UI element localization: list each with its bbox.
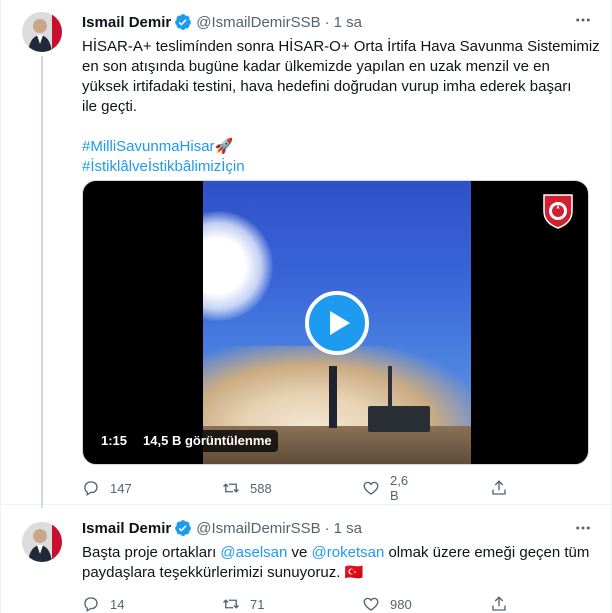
tweet-text: Başta proje ortakları @aselsan ve @roket… xyxy=(82,543,592,583)
separator: · xyxy=(324,13,330,31)
verified-badge-icon xyxy=(174,519,192,537)
timeline: Ismail Demir @IsmailDemirSSB · 1 sa HİSA… xyxy=(0,0,612,613)
text-segment: Başta proje ortakları xyxy=(82,544,221,561)
tweet-text-line: ile geçti. xyxy=(82,98,138,115)
tweet-header: Ismail Demir @IsmailDemirSSB · 1 sa xyxy=(82,12,362,32)
more-options-icon[interactable] xyxy=(573,518,593,538)
thread-connector xyxy=(41,56,43,508)
mention-link[interactable]: @aselsan xyxy=(220,544,287,561)
author-handle[interactable]: @IsmailDemirSSB xyxy=(196,14,320,31)
tweet[interactable]: Ismail Demir @IsmailDemirSSB · 1 sa Başt… xyxy=(1,506,612,613)
action-bar: 14 71 980 xyxy=(82,594,512,613)
share-icon xyxy=(492,596,506,611)
like-count: 2,6 B xyxy=(390,473,409,503)
play-button[interactable] xyxy=(305,291,369,355)
timestamp[interactable]: 1 sa xyxy=(334,14,362,31)
separator: · xyxy=(324,519,330,537)
retweet-icon xyxy=(223,599,239,609)
heart-icon xyxy=(363,597,379,611)
tweet-text: HİSAR-A+ teslimínden sonra HİSAR-O+ Orta… xyxy=(82,37,600,177)
retweet-icon xyxy=(223,483,239,493)
tweet-text-line: paydaşlara teşekkürlerimizi sunuyoruz. 🇹… xyxy=(82,564,364,581)
play-icon xyxy=(329,311,350,335)
retweet-button[interactable]: 71 xyxy=(222,595,362,613)
reply-count: 147 xyxy=(110,480,132,496)
author-name[interactable]: Ismail Demir xyxy=(82,520,171,537)
tweet-text-line: HİSAR-A+ teslimínden sonra HİSAR-O+ Orta… xyxy=(82,38,600,55)
share-area xyxy=(490,478,510,498)
avatar[interactable] xyxy=(22,12,62,52)
avatar[interactable] xyxy=(22,522,62,562)
tweet-text-line: Başta proje ortakları @aselsan ve @roket… xyxy=(82,543,592,563)
timestamp[interactable]: 1 sa xyxy=(334,520,362,537)
tweet[interactable]: Ismail Demir @IsmailDemirSSB · 1 sa HİSA… xyxy=(1,0,612,508)
reply-icon xyxy=(84,597,98,613)
like-button[interactable]: 2,6 B xyxy=(362,473,408,503)
video-meta: 1:15 14,5 B görüntülenme xyxy=(95,430,278,452)
tweet-text-line: yüksek irtifadaki testini, hava hedefini… xyxy=(82,78,572,95)
video-duration: 1:15 xyxy=(95,430,134,452)
author-handle[interactable]: @IsmailDemirSSB xyxy=(196,520,320,537)
author-name[interactable]: Ismail Demir xyxy=(82,14,171,31)
retweet-count: 588 xyxy=(250,480,272,496)
share-area xyxy=(490,594,510,613)
video-view-count: 14,5 B görüntülenme xyxy=(137,430,278,452)
share-button[interactable] xyxy=(490,595,510,613)
hashtag-link[interactable]: #MilliSavunmaHisar🚀 xyxy=(82,137,592,157)
like-count: 980 xyxy=(390,596,412,612)
reply-count: 14 xyxy=(110,596,125,612)
text-segment: ve xyxy=(287,544,312,561)
retweet-count: 71 xyxy=(250,596,265,612)
like-button[interactable]: 980 xyxy=(362,595,412,613)
verified-badge-icon xyxy=(174,13,192,31)
hashtag-link[interactable]: #İstiklâlveİstikbâlimizİçin xyxy=(82,157,592,177)
video-player[interactable]: 1:15 14,5 B görüntülenme xyxy=(82,180,589,465)
action-bar: 147 588 2,6 B xyxy=(82,473,512,503)
share-icon xyxy=(492,480,506,495)
more-options-icon[interactable] xyxy=(573,10,593,30)
reply-icon xyxy=(84,481,98,497)
retweet-button[interactable]: 588 xyxy=(222,479,362,497)
reply-button[interactable]: 14 xyxy=(82,595,222,613)
heart-icon xyxy=(363,481,379,495)
tweet-header: Ismail Demir @IsmailDemirSSB · 1 sa xyxy=(82,518,362,538)
ssb-logo-icon xyxy=(542,189,574,229)
text-segment: olmak üzere emeği geçen tüm xyxy=(384,544,590,561)
reply-button[interactable]: 147 xyxy=(82,479,222,497)
share-button[interactable] xyxy=(490,479,510,497)
mention-link[interactable]: @roketsan xyxy=(312,544,385,561)
tweet-text-line: en son atışında bugüne kadar ülkemizde y… xyxy=(82,58,550,75)
